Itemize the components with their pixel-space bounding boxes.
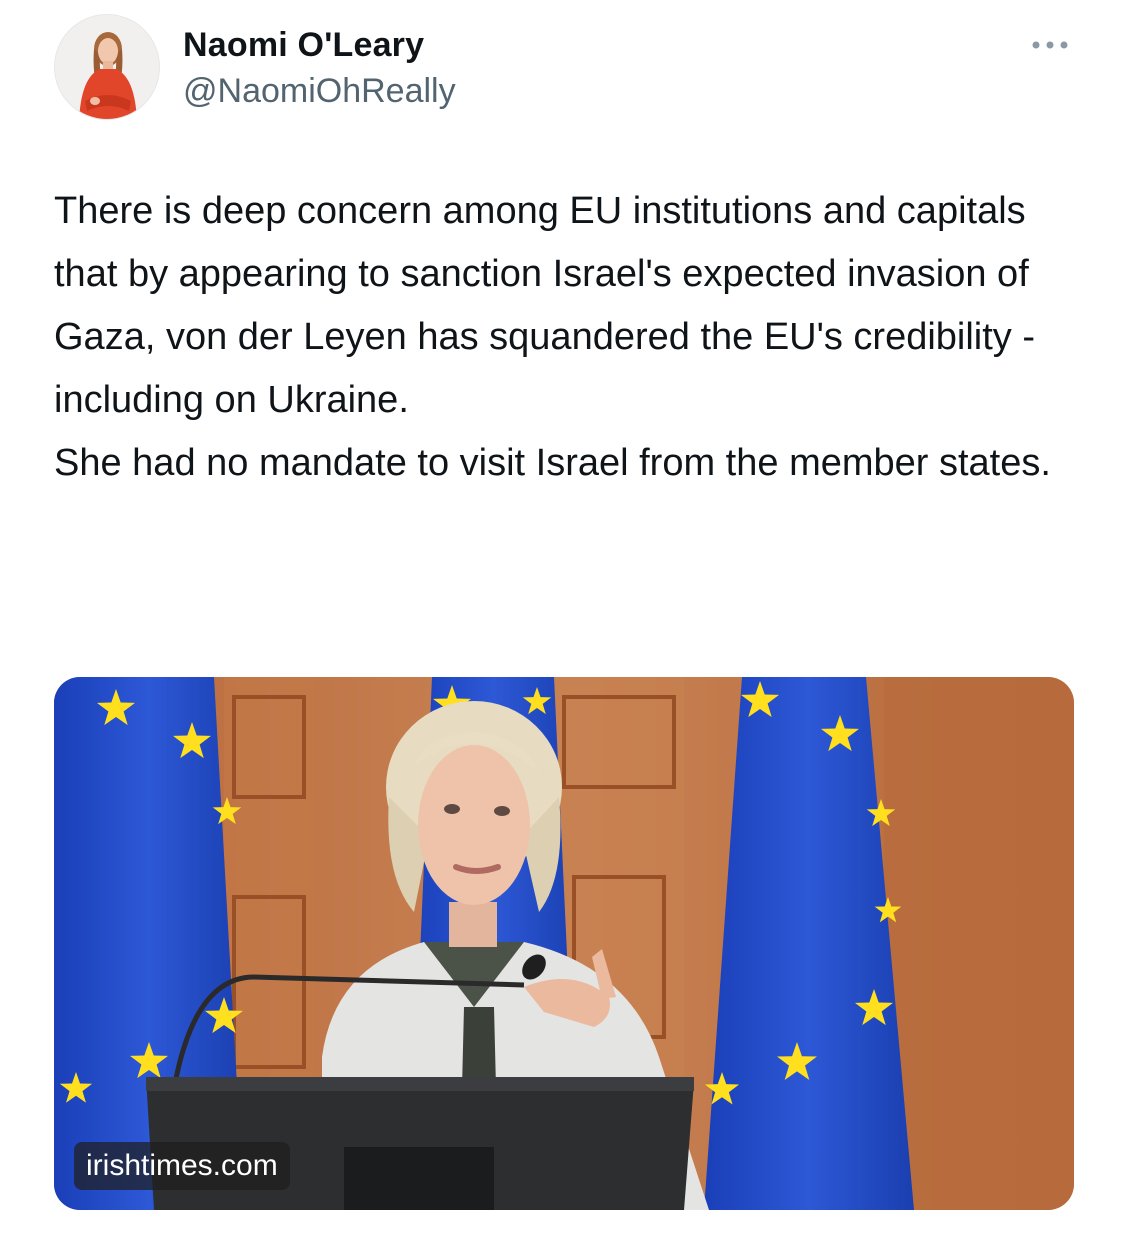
media-source-label: irishtimes.com [74,1142,290,1190]
tweet-paragraph: There is deep concern among EU instituti… [54,190,1036,421]
avatar-image [55,15,159,119]
tweet-media-card[interactable]: irishtimes.com [54,677,1074,1210]
author-handle[interactable]: @NaomiOhReally [183,72,456,111]
media-photo [54,677,1074,1210]
more-options-button[interactable] [1024,30,1076,60]
tweet-paragraph: She had no mandate to visit Israel from … [54,442,1051,484]
author-name[interactable]: Naomi O'Leary [183,26,424,65]
tweet-text: There is deep concern among EU instituti… [54,180,1064,495]
author-avatar[interactable] [54,14,160,120]
more-horizontal-icon [1032,41,1068,49]
